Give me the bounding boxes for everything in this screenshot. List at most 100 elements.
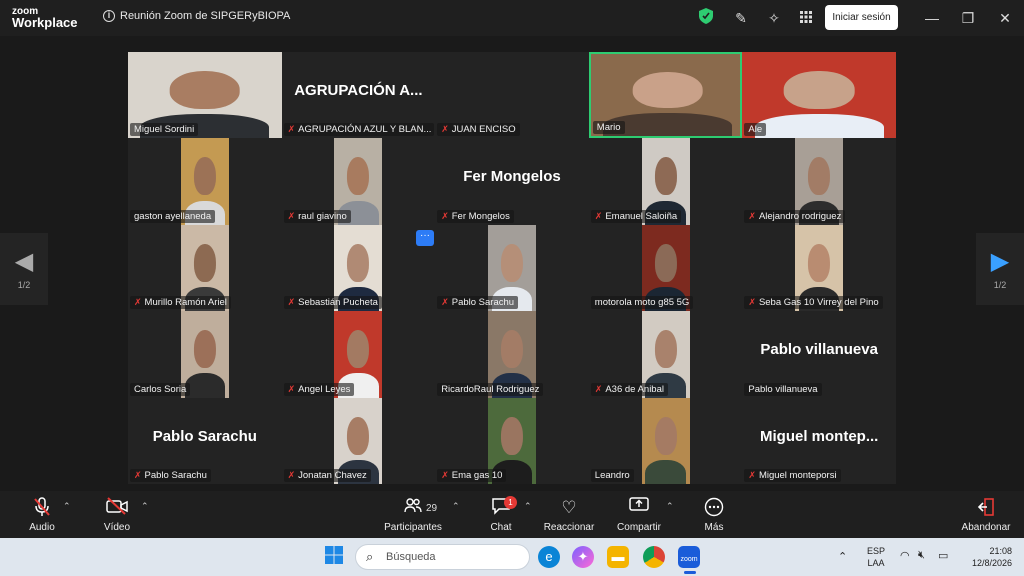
participant-tile[interactable]: motorola moto g85 5G [588, 224, 743, 312]
participant-tile[interactable]: ✗ A36 de Anibal [588, 311, 743, 398]
participant-name-label: gaston ayellaneda [130, 209, 216, 223]
participant-tile[interactable]: ✗ Jonatan Chavez [281, 397, 436, 484]
participant-tile[interactable]: Mario [588, 52, 743, 139]
more-button[interactable]: Más [700, 497, 728, 533]
participant-tile[interactable]: Ale [742, 52, 896, 139]
minimize-icon[interactable]: — [922, 8, 942, 28]
participant-tile[interactable]: gaston ayellaneda [128, 138, 282, 225]
chat-options-caret[interactable]: ⌃ [524, 501, 532, 512]
video-button[interactable]: Vídeo [101, 497, 133, 533]
participant-name: Fer Mongelos [451, 210, 510, 222]
prev-page-button[interactable]: ◀ 1/2 [0, 233, 48, 305]
participant-tile[interactable]: Leandro [588, 397, 743, 484]
search-placeholder: Búsqueda [386, 551, 436, 563]
participant-tile[interactable]: ✗ Alejandro rodriguez [742, 138, 896, 225]
participant-face [654, 330, 677, 369]
participant-name-label: ✗ A36 de Anibal [590, 382, 668, 396]
react-button[interactable]: ♡ Reaccionar [543, 497, 595, 533]
battery-icon[interactable]: ▭ [938, 549, 948, 562]
zoom-app-icon[interactable]: zoom [678, 546, 700, 568]
participant-tile[interactable]: ✗ raul giavino [281, 138, 436, 225]
file-explorer-icon[interactable]: ▬ [607, 546, 629, 568]
windows-start-icon[interactable] [323, 546, 345, 568]
participant-tile[interactable]: ✗ Seba Gas 10 Virrey del Pino [742, 224, 896, 312]
info-icon[interactable]: i [103, 10, 115, 22]
participant-tile[interactable]: ✗ Ema gas 10 [435, 397, 589, 484]
edge-browser-icon[interactable]: e [538, 546, 560, 568]
participant-tile[interactable]: ✗ Pablo Sarachu [435, 224, 589, 312]
mic-muted-icon: ✗ [748, 297, 756, 308]
signin-button[interactable]: Iniciar sesión [825, 5, 898, 30]
participant-face [783, 71, 855, 109]
participant-tile[interactable]: Miguel Sordini [128, 52, 282, 139]
participant-name-label: ✗ Seba Gas 10 Virrey del Pino [744, 296, 883, 310]
participant-tile[interactable]: AGRUPACIÓN A... ✗ AGRUPACIÓN AZUL Y BLAN..… [281, 52, 436, 139]
participant-name: Pablo Sarachu [144, 469, 207, 481]
participant-name-label: ✗ Pablo Sarachu [130, 468, 211, 482]
language-indicator[interactable]: ESP LAA [867, 546, 885, 568]
tray-expand-icon[interactable]: ⌃ [838, 550, 847, 563]
participant-name: Emanuel Saloiña [605, 210, 678, 222]
mic-muted-icon: ✗ [594, 383, 603, 394]
participant-tile[interactable]: ✗ Angel Leyes [281, 311, 436, 398]
chevron-right-icon: ▶ [990, 248, 1010, 275]
participants-options-caret[interactable]: ⌃ [452, 501, 460, 512]
shield-icon[interactable] [696, 8, 716, 28]
participant-name: Leandro [594, 469, 630, 481]
restore-icon[interactable]: ❐ [958, 8, 978, 28]
mic-muted-icon: ✗ [441, 124, 449, 135]
sparkle-icon[interactable]: ✧ [764, 8, 784, 28]
video-options-caret[interactable]: ⌃ [141, 501, 149, 512]
meeting-stage: ◀ 1/2 ▶ 1/2 Miguel Sordini AGRUPACIÓN A..… [0, 36, 1024, 491]
participant-tile[interactable]: ✗ JUAN ENCISO [435, 52, 589, 139]
share-screen-icon [615, 497, 663, 519]
wifi-icon[interactable]: ◠ [900, 549, 910, 562]
participants-label: Participantes [384, 522, 442, 533]
participant-name-label: ✗ Miguel monteporsi [744, 468, 841, 482]
participant-tile[interactable]: Pablo villanueva Pablo villanueva [742, 311, 896, 398]
participant-tile[interactable]: Miguel montep... ✗ Miguel monteporsi [742, 397, 896, 484]
copilot-icon[interactable]: ✦ [572, 546, 594, 568]
share-button[interactable]: Compartir [615, 497, 663, 533]
participant-name: Miguel Sordini [134, 124, 195, 136]
participant-tile[interactable]: ✗ Emanuel Saloiña [588, 138, 743, 225]
participant-name: Pablo villanueva [748, 383, 818, 395]
participant-tile[interactable]: Fer Mongelos ✗ Fer Mongelos [435, 138, 589, 225]
react-label: Reaccionar [543, 522, 595, 533]
audio-button[interactable]: Audio [26, 497, 58, 533]
magic-wand-icon[interactable]: ✎ [731, 8, 751, 28]
participant-name: A36 de Anibal [605, 383, 664, 395]
audio-options-caret[interactable]: ⌃ [63, 501, 71, 512]
participant-face [500, 330, 524, 369]
clock[interactable]: 21:08 12/8/2026 [962, 546, 1012, 568]
more-options-icon[interactable]: ··· [416, 230, 434, 246]
chat-label: Chat [490, 522, 512, 533]
participant-name: Alejandro rodriguez [758, 210, 842, 222]
taskbar-search[interactable]: ⌕ Búsqueda [355, 544, 530, 570]
participant-name-label: Leandro [590, 468, 634, 482]
participant-face [193, 157, 216, 196]
next-page-button[interactable]: ▶ 1/2 [976, 233, 1024, 305]
participant-name-label: ✗ JUAN ENCISO [437, 123, 520, 137]
participant-name-label: ✗ Pablo Sarachu [437, 296, 519, 310]
title-bar: zoom Workplace i Reunión Zoom de SIPGERy… [0, 0, 1024, 36]
mic-muted-icon: ✗ [134, 297, 142, 308]
participant-name-label: ✗ Fer Mongelos [437, 209, 514, 223]
volume-muted-icon[interactable]: 🔇︎ [918, 549, 925, 562]
participant-name-label: ✗ Sebastián Pucheta [283, 296, 382, 310]
participant-tile[interactable]: Carlos Soria [128, 311, 282, 398]
share-options-caret[interactable]: ⌃ [666, 501, 674, 512]
leave-button[interactable]: Abandonar [957, 497, 1015, 533]
close-icon[interactable]: ✕ [995, 8, 1015, 28]
participant-tile[interactable]: ✗ Murillo Ramón Ariel [128, 224, 282, 312]
participant-tile[interactable]: ✗ Sebastián Pucheta [281, 224, 436, 312]
mic-muted-icon: ✗ [748, 210, 756, 221]
apps-grid-icon[interactable] [796, 8, 816, 28]
participant-name-label: ✗ Alejandro rodriguez [744, 209, 846, 223]
chrome-icon[interactable] [643, 546, 665, 568]
participant-name: motorola moto g85 5G [594, 297, 690, 309]
participant-tile[interactable]: RicardoRaul Rodriguez [435, 311, 589, 398]
participant-display-name: Pablo villanueva [760, 341, 878, 359]
participant-name-label: RicardoRaul Rodriguez [437, 382, 544, 396]
participant-tile[interactable]: Pablo Sarachu ✗ Pablo Sarachu [128, 397, 282, 484]
